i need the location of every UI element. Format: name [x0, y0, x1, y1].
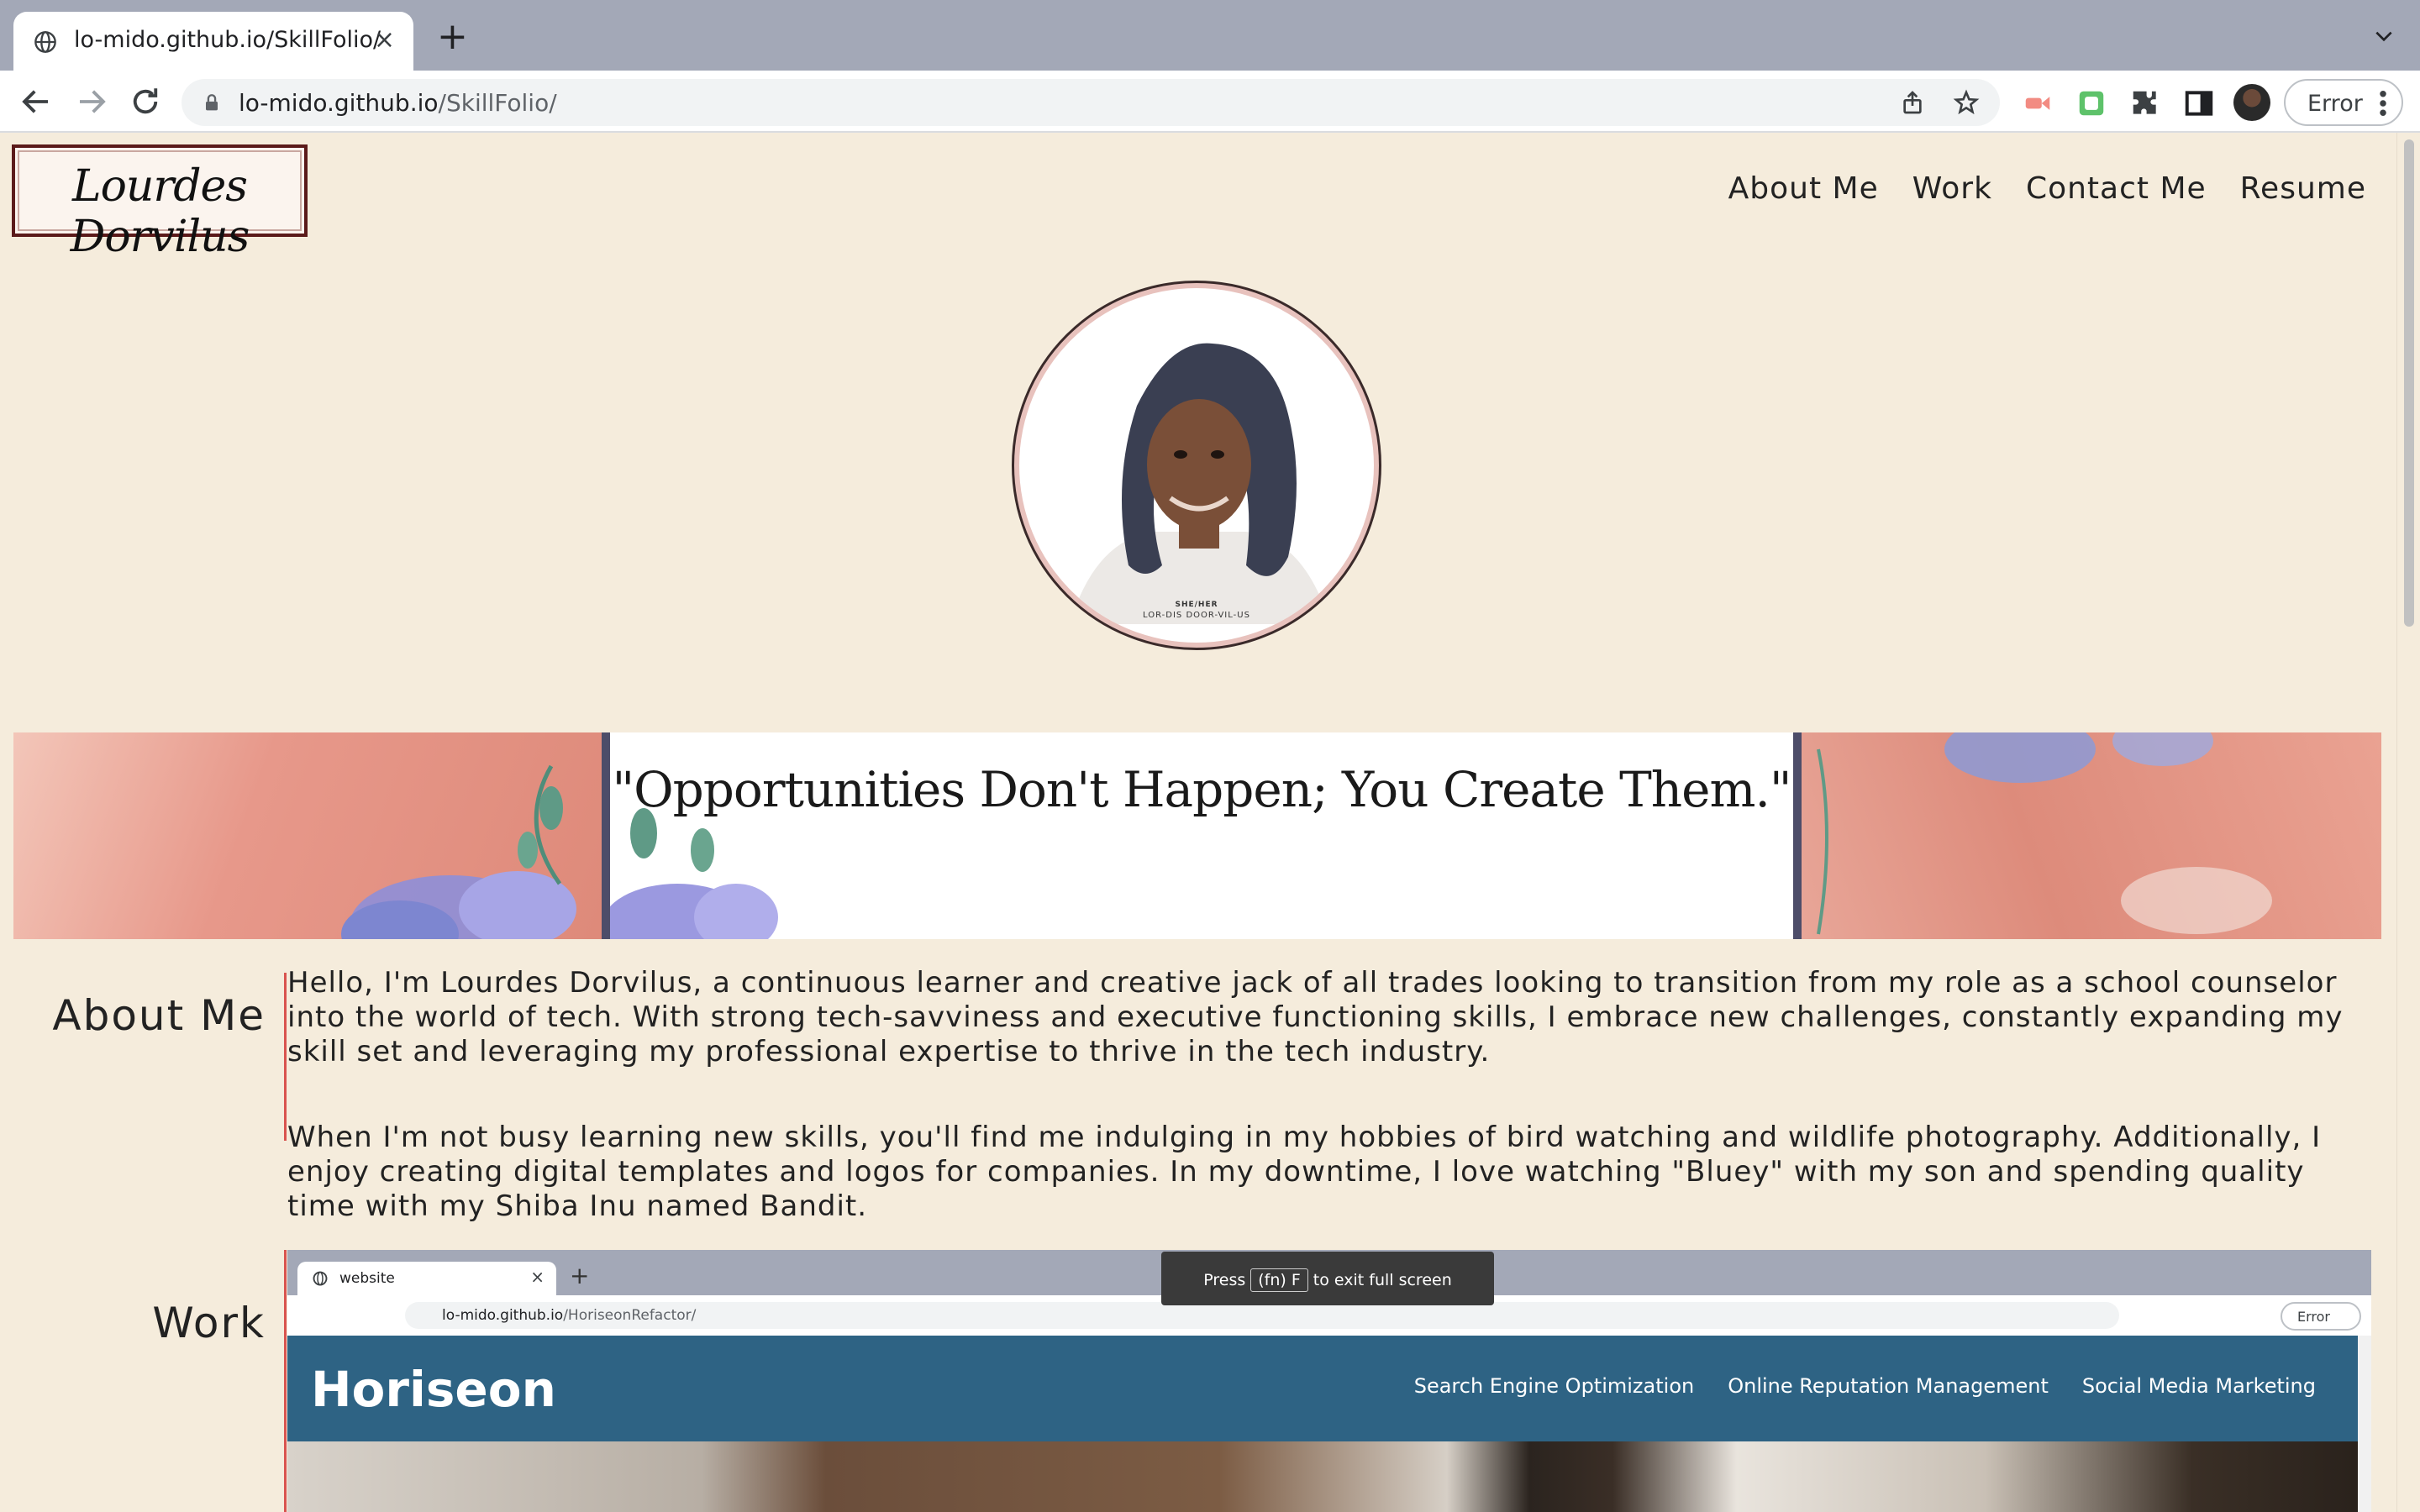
- ws-new-tab-icon: +: [570, 1262, 590, 1289]
- site-nav: About Me Work Contact Me Resume: [1728, 171, 2366, 206]
- nav-resume[interactable]: Resume: [2240, 171, 2366, 206]
- ws-horiseon-header: Horiseon Search Engine Optimization Onli…: [287, 1336, 2358, 1441]
- banner-quote: "Opportunities Don't Happen; You Create …: [612, 761, 1791, 818]
- browser-toolbar: lo-mido.github.io/SkillFolio/ Error: [0, 71, 2420, 133]
- puzzle-icon[interactable]: [2129, 87, 2161, 119]
- work-divider: [284, 1250, 287, 1512]
- ws-nav-seo: Search Engine Optimization: [1413, 1374, 1695, 1398]
- about-paragraph-2: When I'm not busy learning new skills, y…: [287, 1121, 2322, 1223]
- ws-nav-orm: Online Reputation Management: [1728, 1374, 2049, 1398]
- extension-grammar-icon[interactable]: [2075, 87, 2107, 119]
- ws-fs-press: Press: [1203, 1271, 1246, 1289]
- quote-banner: "Opportunities Don't Happen; You Create …: [13, 732, 2381, 939]
- ws-nav: Search Engine Optimization Online Reputa…: [1414, 1374, 2316, 1398]
- ws-fs-key: (fn) F: [1250, 1268, 1308, 1292]
- browser-tab[interactable]: lo-mido.github.io/SkillFolio/ ×: [13, 12, 413, 71]
- new-tab-button[interactable]: +: [437, 18, 468, 55]
- profile-avatar[interactable]: [2233, 84, 2270, 121]
- bookmark-star-icon[interactable]: [1953, 89, 1980, 116]
- ws-tab-title: website: [339, 1270, 395, 1287]
- side-panel-icon[interactable]: [2183, 87, 2215, 119]
- reload-icon[interactable]: [128, 84, 163, 119]
- about-text: Hello, I'm Lourdes Dorvilus, a continuou…: [287, 966, 2371, 1224]
- banner-left-art: [13, 732, 602, 939]
- extension-cast-icon[interactable]: [2022, 87, 2054, 119]
- nav-contact-me[interactable]: Contact Me: [2026, 171, 2207, 206]
- chevron-down-icon[interactable]: [2373, 25, 2395, 47]
- url-path: /SkillFolio/: [438, 89, 557, 117]
- profile-error-button[interactable]: Error: [2284, 79, 2403, 126]
- globe-icon: [34, 31, 56, 53]
- page-content: Lourdes Dorvilus About Me Work Contact M…: [0, 133, 2420, 1512]
- avatar-pronunciation: LOR-DIS DOOR-VIL-US: [1143, 611, 1250, 620]
- about-divider: [284, 973, 287, 1141]
- ws-url-path: /HoriseonRefactor/: [563, 1307, 697, 1324]
- back-arrow-icon[interactable]: [18, 84, 54, 119]
- profile-error-label: Error: [2307, 91, 2363, 117]
- ws-brand: Horiseon: [311, 1361, 556, 1418]
- ws-nav-smm: Social Media Marketing: [2081, 1374, 2316, 1398]
- about-section-title: About Me: [52, 991, 266, 1040]
- ws-fullscreen-toast: Press (fn) F to exit full screen: [1161, 1252, 1494, 1305]
- ws-close-icon: ×: [530, 1267, 544, 1287]
- close-tab-icon[interactable]: ×: [374, 25, 395, 55]
- flowers-left-illustration: [341, 764, 576, 939]
- ws-url-host: lo-mido.github.io: [442, 1307, 564, 1324]
- scrollbar-thumb[interactable]: [2404, 139, 2414, 627]
- ws-hero-image: [287, 1441, 2358, 1512]
- profile-photo: SHE/HER LOR-DIS DOOR-VIL-US: [1012, 281, 1381, 650]
- banner-right-art: [1802, 732, 2381, 939]
- banner-quote-card: "Opportunities Don't Happen; You Create …: [602, 732, 1802, 939]
- page-scrollbar[interactable]: [2396, 133, 2420, 1512]
- ws-fs-suffix: to exit full screen: [1313, 1271, 1452, 1289]
- ws-url: lo-mido.github.io/HoriseonRefactor/: [442, 1307, 696, 1324]
- share-icon[interactable]: [1899, 89, 1926, 116]
- work-project-screenshot[interactable]: website × + lo-mido.github.io/HoriseonRe…: [287, 1250, 2371, 1512]
- url-host: lo-mido.github.io: [239, 89, 439, 117]
- ws-error-button: Error: [2281, 1302, 2361, 1331]
- nav-about-me[interactable]: About Me: [1728, 171, 1879, 206]
- about-paragraph-1: Hello, I'm Lourdes Dorvilus, a continuou…: [287, 966, 2344, 1068]
- portrait-illustration: [1070, 343, 1330, 624]
- ws-address-bar: lo-mido.github.io/HoriseonRefactor/: [405, 1302, 2119, 1329]
- ws-scrollbar: [2358, 1336, 2371, 1512]
- logo-text: Lourdes Dorvilus: [70, 161, 250, 262]
- more-vert-icon[interactable]: [2380, 91, 2386, 116]
- address-bar[interactable]: lo-mido.github.io/SkillFolio/: [182, 79, 2000, 126]
- browser-tab-bar: lo-mido.github.io/SkillFolio/ × +: [0, 0, 2420, 71]
- ws-browser-tab: website ×: [297, 1262, 556, 1295]
- profile-photo-inner: SHE/HER LOR-DIS DOOR-VIL-US: [1019, 288, 1374, 643]
- site-logo[interactable]: Lourdes Dorvilus: [12, 144, 308, 262]
- flowers-right-illustration: [1817, 732, 2272, 935]
- forward-arrow-icon[interactable]: [74, 84, 109, 119]
- work-section-title: Work: [152, 1299, 266, 1347]
- lock-icon[interactable]: [200, 91, 224, 114]
- tab-title: lo-mido.github.io/SkillFolio/: [74, 27, 381, 53]
- nav-work[interactable]: Work: [1912, 171, 1992, 206]
- avatar-pronouns: SHE/HER: [1175, 601, 1218, 609]
- ws-globe-icon: [313, 1271, 328, 1286]
- url-text: lo-mido.github.io/SkillFolio/: [239, 89, 557, 117]
